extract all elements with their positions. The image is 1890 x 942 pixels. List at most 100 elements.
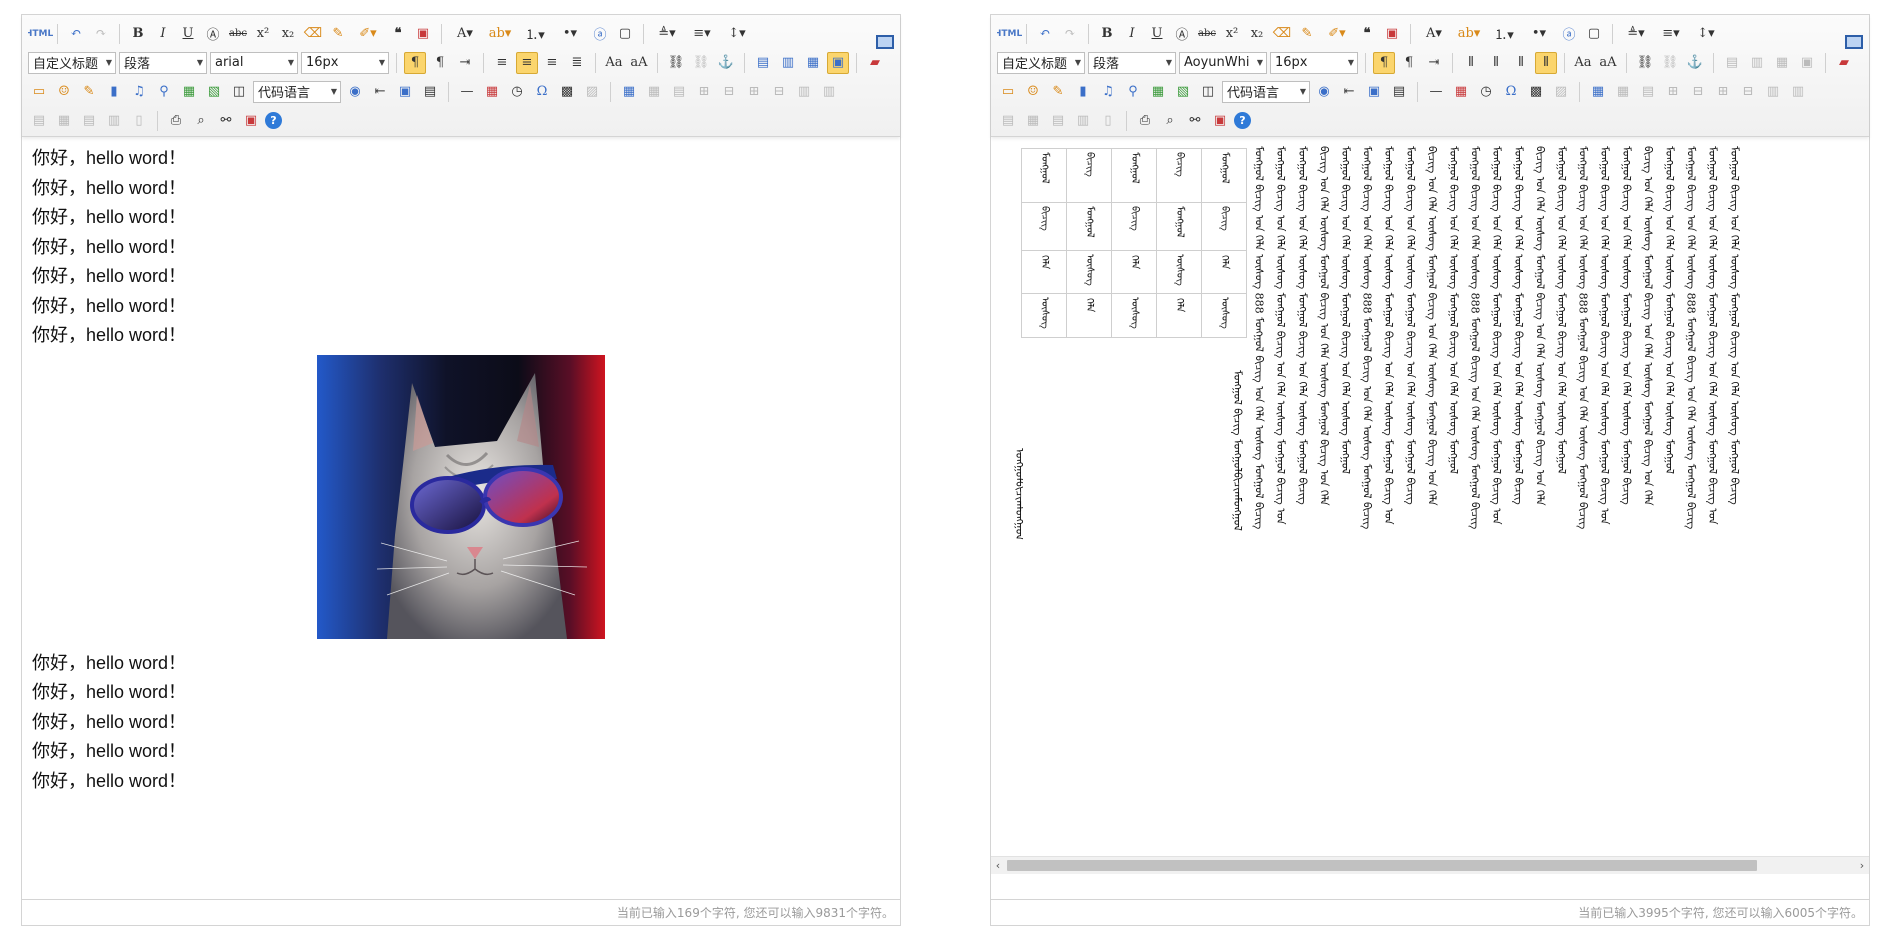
code-language-select[interactable]: 代码语言 ▼ <box>1222 80 1310 103</box>
line-height-icon[interactable]: ↕▾ <box>721 23 753 45</box>
image-center-icon[interactable]: ▣ <box>1796 52 1818 74</box>
row-spacing-top-icon[interactable]: ≜▾ <box>1620 23 1652 45</box>
scrawl-icon[interactable]: ✎ <box>1047 81 1069 103</box>
highlight-color-icon[interactable]: ab▾ <box>1453 23 1485 45</box>
insert-paragraph-before-table-icon[interactable]: ▤ <box>668 81 690 103</box>
horizontal-rule-icon[interactable]: — <box>1425 81 1447 103</box>
paste-plain-icon[interactable]: ▣ <box>412 23 434 45</box>
insert-paragraph-before-table-icon[interactable]: ▤ <box>1637 81 1659 103</box>
image-none-icon[interactable]: ▤ <box>752 52 774 74</box>
vertical-align-middle-icon[interactable]: ⦀ <box>1485 52 1507 74</box>
attachment-icon[interactable]: ⚲ <box>1122 81 1144 103</box>
preview-icon[interactable]: ⌕ <box>1159 110 1181 132</box>
to-uppercase-icon[interactable]: Aa <box>603 52 625 74</box>
blockquote-icon[interactable]: ❝ <box>387 23 409 45</box>
help-icon[interactable]: ? <box>1234 112 1251 129</box>
split-to-rows-icon[interactable]: ▤ <box>1047 110 1069 132</box>
table-cell[interactable]: ᠪᠢᠴᠢᠭ <box>1111 202 1157 251</box>
clear-doc-icon[interactable]: ▢ <box>614 23 636 45</box>
table-cell[interactable]: ᠪᠢᠴᠢᠭ <box>1156 148 1202 203</box>
editor-content-vertical[interactable]: ᠮᠣᠩᠭᠣᠯᠪᠢᠴᠢᠭᠮᠣᠩᠭᠣᠯ ᠮᠣᠩᠭᠣᠯ ᠪᠢᠴᠢᠭ ᠮᠣᠩᠭᠣᠯ ᠪᠢ… <box>991 138 1869 900</box>
chart-icon[interactable]: ▯ <box>128 110 150 132</box>
split-to-rows-icon[interactable]: ▤ <box>78 110 100 132</box>
subscript-icon[interactable]: x₂ <box>1246 23 1268 45</box>
map-icon[interactable]: ▦ <box>178 81 200 103</box>
emotion-icon[interactable]: ☺ <box>53 81 75 103</box>
vertical-align-justify-icon[interactable]: ⦀ <box>1535 51 1557 74</box>
underline-button[interactable]: U <box>177 23 199 45</box>
code-language-select[interactable]: 代码语言 ▼ <box>253 80 341 103</box>
mongolian-table[interactable]: ᠮᠣᠩᠭᠣᠯ ᠪᠢᠴᠢᠭ ᠮᠣᠩᠭᠣᠯ ᠪᠢᠴᠢᠭ ᠮᠣᠩᠭᠣᠯ ᠪᠢᠴᠢᠭ ᠮ… <box>1021 148 1247 338</box>
table-cell[interactable]: ᠮᠣᠩᠭᠣᠯ <box>1201 148 1247 203</box>
date-icon[interactable]: ▦ <box>481 81 503 103</box>
help-icon[interactable]: ? <box>265 112 282 129</box>
to-lowercase-icon[interactable]: aA <box>1597 52 1619 74</box>
superscript-icon[interactable]: x² <box>1221 23 1243 45</box>
clear-doc-icon[interactable]: ▢ <box>1583 23 1605 45</box>
align-left-icon[interactable]: ≡ <box>491 52 513 74</box>
insert-table-icon[interactable]: ▦ <box>1587 81 1609 103</box>
wordimage-icon[interactable]: ▤ <box>1388 81 1410 103</box>
background-icon[interactable]: ▣ <box>394 81 416 103</box>
special-chars-icon[interactable]: Ω <box>531 81 553 103</box>
merge-cells-icon[interactable]: ▥ <box>1762 81 1784 103</box>
snapscreen-icon[interactable]: ▩ <box>556 81 578 103</box>
time-icon[interactable]: ◷ <box>1475 81 1497 103</box>
fullscreen-icon[interactable] <box>1845 35 1863 49</box>
strikethrough-icon[interactable]: abc <box>1196 23 1218 45</box>
drafts-icon[interactable]: ▣ <box>1209 110 1231 132</box>
table-cell[interactable]: ᠦᠰᠦᠭ <box>1021 292 1067 338</box>
table-cell[interactable]: ᠪᠢᠴᠢᠭ <box>1066 148 1112 203</box>
wordimage-icon[interactable]: ▤ <box>419 81 441 103</box>
delete-table-icon[interactable]: ▦ <box>643 81 665 103</box>
image-right-icon[interactable]: ▦ <box>1771 52 1793 74</box>
table-cell[interactable]: ᠮᠣᠩᠭᠣᠯ <box>1111 148 1157 203</box>
row-spacing-top-icon[interactable]: ≜▾ <box>651 23 683 45</box>
merge-right-icon[interactable]: ▥ <box>818 81 840 103</box>
html-source-button[interactable]: HTML <box>28 23 53 45</box>
eraser-icon[interactable]: ⌫ <box>1271 23 1293 45</box>
autotypeset-icon[interactable]: ✐▾ <box>1321 23 1353 45</box>
direction-ltr-icon[interactable]: ¶ <box>404 51 426 74</box>
editor-content[interactable]: 你好，hello word！ 你好，hello word！ 你好，hello w… <box>22 138 900 900</box>
spellcheck-icon[interactable]: ▨ <box>1550 81 1572 103</box>
eraser-icon[interactable]: ⌫ <box>302 23 324 45</box>
simple-upload-icon[interactable]: ▭ <box>997 81 1019 103</box>
image-right-icon[interactable]: ▦ <box>802 52 824 74</box>
line-height-icon[interactable]: ↕▾ <box>1690 23 1722 45</box>
page-break-icon[interactable]: ◉ <box>1313 81 1335 103</box>
date-icon[interactable]: ▦ <box>1450 81 1472 103</box>
unlink-icon[interactable]: ⛓ <box>690 52 712 74</box>
image-left-icon[interactable]: ▥ <box>1746 52 1768 74</box>
insert-row-icon[interactable]: ⊞ <box>693 81 715 103</box>
scroll-left-icon[interactable]: ‹ <box>991 857 1005 874</box>
attachment-icon[interactable]: ⚲ <box>153 81 175 103</box>
custom-heading-select[interactable]: 自定义标题 ▼ <box>28 51 116 74</box>
image-none-icon[interactable]: ▤ <box>1721 52 1743 74</box>
anchor-icon[interactable]: ⚓ <box>715 52 737 74</box>
emotion-icon[interactable]: ☺ <box>1022 81 1044 103</box>
direction-ltr-icon[interactable]: ¶ <box>1373 51 1395 74</box>
fullscreen-icon[interactable] <box>876 35 894 49</box>
map-icon[interactable]: ▦ <box>1147 81 1169 103</box>
insert-col-icon[interactable]: ⊞ <box>1712 81 1734 103</box>
italic-button[interactable]: I <box>1121 23 1143 45</box>
redo-icon[interactable]: ↷ <box>90 23 112 45</box>
search-replace-icon[interactable]: ⚯ <box>1184 110 1206 132</box>
time-icon[interactable]: ◷ <box>506 81 528 103</box>
format-match-icon[interactable]: ✎ <box>327 23 349 45</box>
font-family-select[interactable]: AoyunWhi ▼ <box>1179 51 1267 74</box>
anchor-icon[interactable]: ⚓ <box>1684 52 1706 74</box>
italic-button[interactable]: I <box>152 23 174 45</box>
table-cell[interactable]: ᠬᠡᠯᠡ <box>1021 250 1067 294</box>
background-icon[interactable]: ▣ <box>1363 81 1385 103</box>
undo-icon[interactable]: ↶ <box>65 23 87 45</box>
table-cell[interactable]: ᠮᠣᠩᠭᠣᠯ <box>1156 202 1202 251</box>
table-cell[interactable]: ᠬᠡᠯᠡ <box>1066 292 1112 338</box>
table-cell[interactable]: ᠬᠡᠯᠡ <box>1201 250 1247 294</box>
delete-table-icon[interactable]: ▦ <box>1612 81 1634 103</box>
split-to-cells-icon[interactable]: ▦ <box>53 110 75 132</box>
insert-video-icon[interactable]: ▮ <box>103 81 125 103</box>
template-icon[interactable]: ⇤ <box>1338 81 1360 103</box>
row-spacing-bottom-icon[interactable]: ≡▾ <box>686 23 718 45</box>
